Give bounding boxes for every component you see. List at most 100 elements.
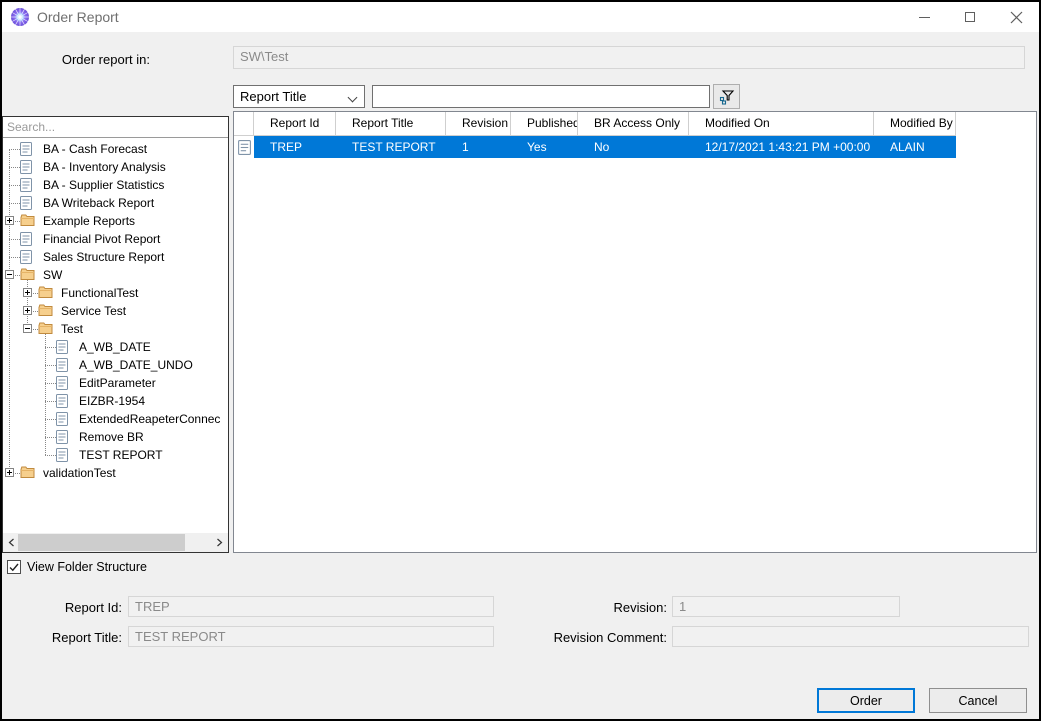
tree-item-label: A_WB_DATE_UNDO: [79, 358, 193, 372]
tree-item-editparameter[interactable]: EditParameter: [3, 374, 228, 392]
search-column-select[interactable]: Report Title: [233, 85, 365, 108]
tree-horizontal-scrollbar[interactable]: [3, 533, 228, 552]
view-folder-structure-label: View Folder Structure: [27, 560, 147, 574]
view-folder-structure-checkbox[interactable]: [7, 560, 21, 574]
grid-cell-br-access-only: No: [578, 136, 689, 158]
tree-item-eizbr-1954[interactable]: EIZBR-1954: [3, 392, 228, 410]
chevron-down-icon: [348, 93, 358, 103]
tree-item-ba-writeback-report[interactable]: BA Writeback Report: [3, 194, 228, 212]
chevron-right-icon: [216, 538, 223, 547]
tree-item-example-reports[interactable]: Example Reports: [3, 212, 228, 230]
close-button[interactable]: [993, 2, 1039, 32]
tree-connector-line: [9, 203, 20, 204]
grid-column-header-modified-on[interactable]: Modified On: [689, 112, 874, 136]
chevron-left-icon: [8, 538, 15, 547]
expand-icon[interactable]: [5, 216, 14, 225]
tree-item-label: Example Reports: [43, 214, 135, 228]
tree-connector-line: [9, 167, 20, 168]
collapse-icon[interactable]: [23, 324, 32, 333]
tree-item-label: A_WB_DATE: [79, 340, 151, 354]
tree-connector-line: [45, 437, 56, 438]
maximize-button[interactable]: [947, 2, 993, 32]
scroll-right-button[interactable]: [211, 533, 228, 552]
tree-item-label: FunctionalTest: [61, 286, 138, 300]
tree-item-remove-br[interactable]: Remove BR: [3, 428, 228, 446]
report-document-icon: [56, 340, 68, 354]
tree-item-ba-cash-forecast[interactable]: BA - Cash Forecast: [3, 140, 228, 158]
tree-connector-line: [9, 239, 20, 240]
tree-item-label: BA - Cash Forecast: [43, 142, 147, 156]
checkmark-icon: [9, 563, 19, 572]
cancel-button[interactable]: Cancel: [929, 688, 1027, 713]
folder-icon: [38, 322, 53, 335]
grid-cell-revision: 1: [446, 136, 511, 158]
tree-item-label: Financial Pivot Report: [43, 232, 160, 246]
expand-icon[interactable]: [23, 306, 32, 315]
tree-item-label: BA - Inventory Analysis: [43, 160, 166, 174]
folder-icon: [38, 286, 53, 299]
revision-field: 1: [672, 596, 900, 617]
report-title-label: Report Title:: [2, 630, 122, 645]
report-document-icon: [56, 448, 68, 462]
tree-item-sales-structure-report[interactable]: Sales Structure Report: [3, 248, 228, 266]
minimize-button[interactable]: [901, 2, 947, 32]
grid-column-header-br-access-only[interactable]: BR Access Only: [578, 112, 689, 136]
report-document-icon: [238, 140, 251, 155]
tree-connector-line: [45, 419, 56, 420]
grid-column-header-revision[interactable]: Revision: [446, 112, 511, 136]
report-document-icon: [20, 232, 32, 246]
tree-item-label: BA Writeback Report: [43, 196, 154, 210]
expand-icon[interactable]: [5, 468, 14, 477]
grid-column-header-report-id[interactable]: Report Id: [254, 112, 336, 136]
grid-filter-input[interactable]: [372, 85, 710, 108]
tree-item-test[interactable]: Test: [3, 320, 228, 338]
tree-item-ba-inventory-analysis[interactable]: BA - Inventory Analysis: [3, 158, 228, 176]
grid-cell-report-id: TREP: [254, 136, 336, 158]
tree-connector-line: [9, 185, 20, 186]
tree-item-label: EIZBR-1954: [79, 394, 145, 408]
close-icon: [1010, 11, 1023, 24]
tree-item-a-wb-date[interactable]: A_WB_DATE: [3, 338, 228, 356]
tree-item-validationtest[interactable]: validationTest: [3, 464, 228, 482]
tree-item-financial-pivot-report[interactable]: Financial Pivot Report: [3, 230, 228, 248]
tree-connector-line: [9, 257, 20, 258]
tree-item-test-report[interactable]: TEST REPORT: [3, 446, 228, 464]
tree-item-label: Test: [61, 322, 83, 336]
grid-cell-published: Yes: [511, 136, 578, 158]
tree-item-extendedreapeterconnec[interactable]: ExtendedReapeterConnec: [3, 410, 228, 428]
view-folder-structure-option[interactable]: View Folder Structure: [7, 560, 147, 574]
grid-column-header-modified-by[interactable]: Modified By: [874, 112, 956, 136]
tree-item-service-test[interactable]: Service Test: [3, 302, 228, 320]
report-document-icon: [56, 430, 68, 444]
grid-column-header-report-title[interactable]: Report Title: [336, 112, 446, 136]
report-grid-panel: Report IdReport TitleRevisionPublishedBR…: [233, 111, 1037, 553]
order-button[interactable]: Order: [817, 688, 915, 713]
tree-item-label: Sales Structure Report: [43, 250, 164, 264]
tree-item-functionaltest[interactable]: FunctionalTest: [3, 284, 228, 302]
folder-tree-panel: BA - Cash Forecast BA - Inventory Analys…: [2, 116, 229, 553]
folder-icon: [20, 466, 35, 479]
report-document-icon: [20, 196, 32, 210]
expand-icon[interactable]: [23, 288, 32, 297]
grid-header-row: Report IdReport TitleRevisionPublishedBR…: [234, 112, 956, 136]
filter-button[interactable]: [713, 84, 740, 109]
revision-comment-label: Revision Comment:: [402, 630, 667, 645]
row-header-cell: [234, 136, 254, 158]
app-pinwheel-icon: [10, 7, 30, 27]
tree-item-a-wb-date-undo[interactable]: A_WB_DATE_UNDO: [3, 356, 228, 374]
grid-column-header-published[interactable]: Published: [511, 112, 578, 136]
collapse-icon[interactable]: [5, 270, 14, 279]
report-document-icon: [20, 178, 32, 192]
tree-connector-line: [45, 347, 56, 348]
folder-icon: [20, 214, 35, 227]
report-document-icon: [20, 250, 32, 264]
folder-icon: [38, 304, 53, 317]
grid-header-row-selector: [234, 112, 254, 136]
tree-item-sw[interactable]: SW: [3, 266, 228, 284]
maximize-icon: [965, 12, 975, 22]
grid-row-trep[interactable]: TREPTEST REPORT1YesNo12/17/2021 1:43:21 …: [234, 136, 956, 158]
scrollbar-thumb[interactable]: [18, 534, 185, 551]
tree-item-label: BA - Supplier Statistics: [43, 178, 164, 192]
tree-item-ba-supplier-statistics[interactable]: BA - Supplier Statistics: [3, 176, 228, 194]
minimize-icon: [919, 17, 930, 18]
